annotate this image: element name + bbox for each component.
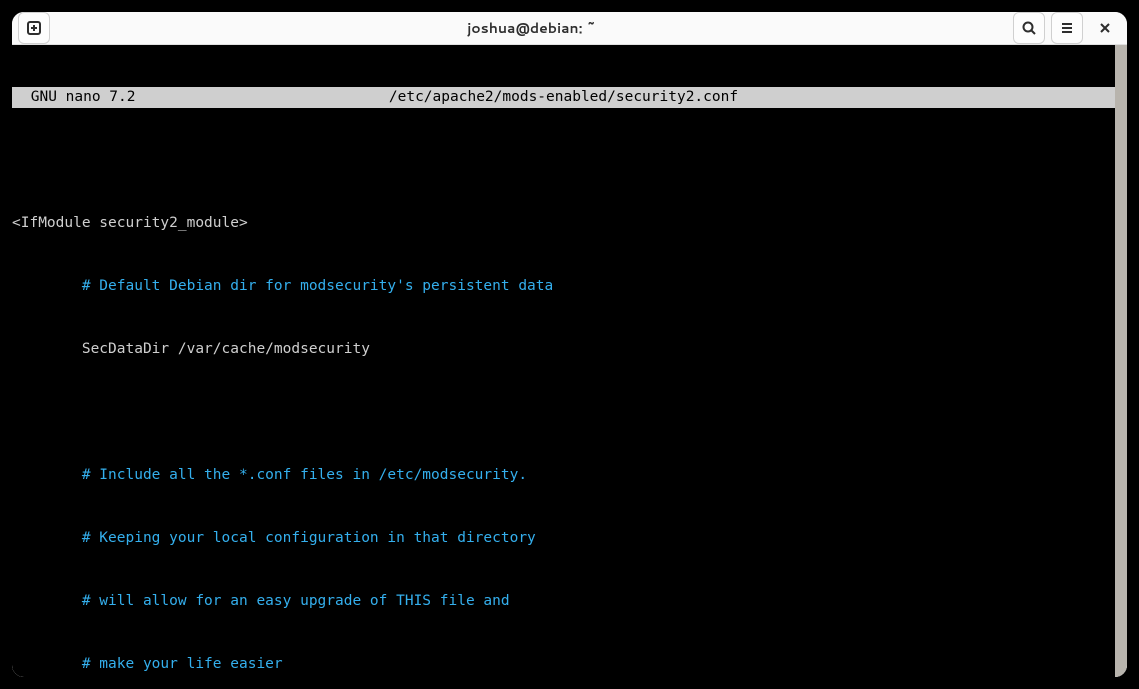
nano-filename: /etc/apache2/mods-enabled/security2.conf (12, 87, 1115, 108)
code-line: # make your life easier (12, 654, 1115, 675)
code-line: <IfModule security2_module> (12, 213, 1115, 234)
nano-titlebar: GNU nano 7.2 /etc/apache2/mods-enabled/s… (12, 87, 1115, 108)
scrollbar[interactable] (1115, 45, 1127, 677)
plus-box-icon (26, 20, 42, 36)
nano-app-name: GNU nano 7.2 (12, 87, 136, 108)
code-line: # Include all the *.conf files in /etc/m… (12, 465, 1115, 486)
titlebar: joshua@debian: ~ (12, 12, 1127, 45)
editor-body[interactable]: <IfModule security2_module> # Default De… (12, 171, 1115, 677)
close-button[interactable] (1089, 12, 1121, 44)
menu-button[interactable] (1051, 12, 1083, 44)
terminal-window: joshua@debian: ~ GNU nano 7.2 /etc/apach… (12, 12, 1127, 677)
search-button[interactable] (1013, 12, 1045, 44)
code-line: # will allow for an easy upgrade of THIS… (12, 591, 1115, 612)
new-tab-button[interactable] (18, 12, 50, 44)
terminal-area[interactable]: GNU nano 7.2 /etc/apache2/mods-enabled/s… (12, 45, 1127, 677)
code-line (12, 402, 1115, 423)
hamburger-icon (1059, 20, 1075, 36)
window-title: joshua@debian: ~ (56, 18, 1007, 38)
code-line: SecDataDir /var/cache/modsecurity (12, 339, 1115, 360)
code-line: # Keeping your local configuration in th… (12, 528, 1115, 549)
close-icon (1097, 20, 1113, 36)
terminal-content[interactable]: GNU nano 7.2 /etc/apache2/mods-enabled/s… (12, 45, 1115, 677)
search-icon (1021, 20, 1037, 36)
code-line: # Default Debian dir for modsecurity's p… (12, 276, 1115, 297)
